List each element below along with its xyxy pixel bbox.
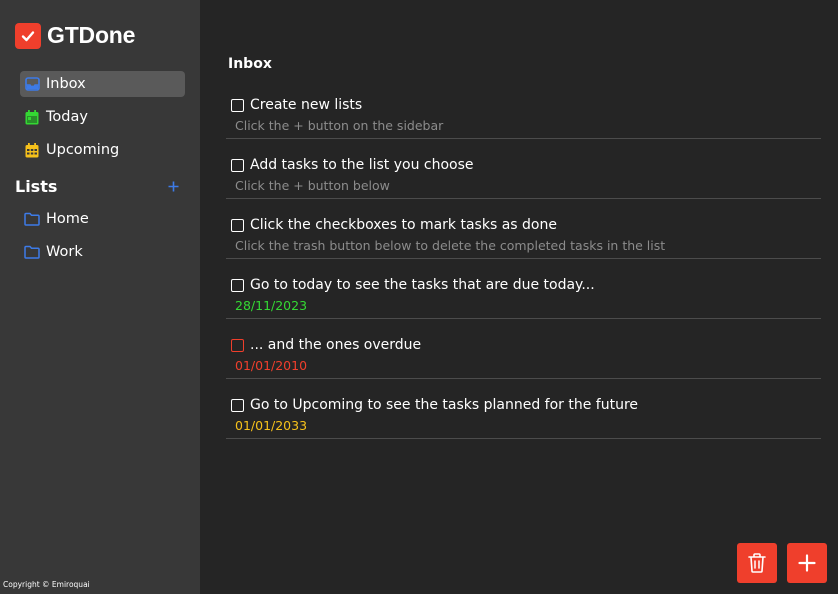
sidebar-item-label: Upcoming	[46, 142, 120, 158]
task-row: Add tasks to the list you choose	[231, 156, 474, 174]
task-subtitle: Click the trash button below to delete t…	[235, 238, 666, 253]
task-title: ... and the ones overdue	[250, 337, 422, 353]
sidebar-item-label: Inbox	[46, 76, 86, 92]
lists-header: Lists	[15, 175, 185, 197]
sidebar-item-home[interactable]: Home	[20, 206, 185, 232]
app-title: GTDone	[47, 22, 136, 48]
main-content: Inbox Create new lists Click the + butto…	[200, 0, 838, 594]
task-title: Add tasks to the list you choose	[250, 157, 474, 173]
trash-icon	[748, 553, 766, 573]
task-due-date: 01/01/2033	[235, 418, 308, 433]
delete-completed-button[interactable]	[737, 543, 777, 583]
sidebar: GTDone Inbox Today Upcoming Lists Home W…	[0, 0, 200, 594]
task-checkbox[interactable]	[231, 98, 244, 112]
sidebar-item-today[interactable]: Today	[20, 104, 185, 130]
brand: GTDone	[15, 22, 135, 49]
task-item: Click the checkboxes to mark tasks as do…	[226, 216, 821, 259]
task-row: Click the checkboxes to mark tasks as do…	[231, 216, 557, 234]
copyright-text: Copyright © Emiroquai	[3, 580, 90, 589]
folder-icon	[24, 244, 40, 260]
task-row: Go to today to see the tasks that are du…	[231, 276, 595, 294]
page-title: Inbox	[228, 56, 272, 72]
task-item: Go to Upcoming to see the tasks planned …	[226, 396, 821, 439]
task-due-date: 28/11/2023	[235, 298, 308, 313]
task-row: Go to Upcoming to see the tasks planned …	[231, 396, 638, 414]
task-subtitle: Click the + button on the sidebar	[235, 118, 444, 133]
plus-icon	[168, 181, 178, 191]
lists-title: Lists	[15, 176, 58, 196]
add-list-button[interactable]	[165, 178, 181, 194]
task-item: Create new lists Click the + button on t…	[226, 96, 821, 139]
add-task-button[interactable]	[787, 543, 827, 583]
task-title: Go to Upcoming to see the tasks planned …	[250, 397, 639, 413]
calendar-grid-icon	[24, 142, 40, 158]
task-due-date: 01/01/2010	[235, 358, 308, 373]
checkmark-logo-icon	[15, 22, 41, 49]
task-checkbox[interactable]	[231, 338, 244, 352]
inbox-icon	[24, 76, 40, 92]
sidebar-item-label: Work	[46, 244, 83, 260]
task-item: Go to today to see the tasks that are du…	[226, 276, 821, 319]
folder-icon	[24, 211, 40, 227]
task-checkbox[interactable]	[231, 158, 244, 172]
task-title: Go to today to see the tasks that are du…	[250, 277, 595, 293]
task-subtitle: Click the + button below	[235, 178, 390, 193]
task-row: Create new lists	[231, 96, 362, 114]
sidebar-item-label: Home	[46, 211, 89, 227]
sidebar-item-inbox[interactable]: Inbox	[20, 71, 185, 97]
task-checkbox[interactable]	[231, 278, 244, 292]
sidebar-item-label: Today	[46, 109, 88, 125]
task-title: Click the checkboxes to mark tasks as do…	[250, 217, 557, 233]
task-title: Create new lists	[250, 97, 363, 113]
plus-icon	[798, 554, 816, 572]
calendar-today-icon	[24, 109, 40, 125]
sidebar-item-upcoming[interactable]: Upcoming	[20, 137, 185, 163]
task-checkbox[interactable]	[231, 218, 244, 232]
app-window: GTDone Inbox Today Upcoming Lists Home W…	[0, 0, 838, 594]
task-item: ... and the ones overdue 01/01/2010	[226, 336, 821, 379]
task-row: ... and the ones overdue	[231, 336, 421, 354]
task-checkbox[interactable]	[231, 398, 244, 412]
sidebar-item-work[interactable]: Work	[20, 239, 185, 265]
task-item: Add tasks to the list you choose Click t…	[226, 156, 821, 199]
